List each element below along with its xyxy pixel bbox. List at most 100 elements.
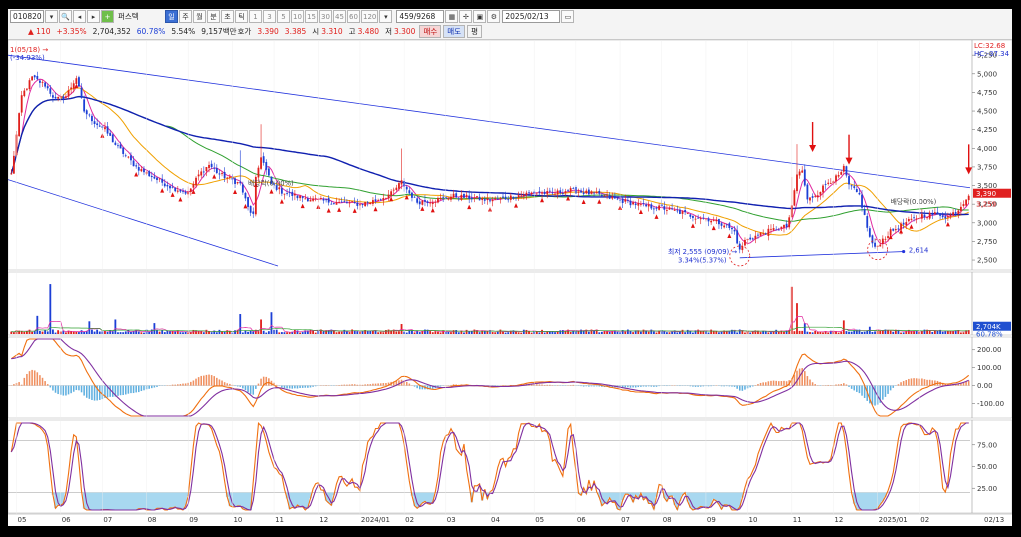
volume-bar [65,332,67,334]
macd-osc-bar [221,380,223,386]
stock-chart[interactable]: 5,2505,0004,7504,5004,2504,0003,7503,500… [8,40,1012,526]
candle-body [632,202,634,205]
candle-body [496,198,499,200]
candle-body [395,187,398,191]
macd-osc-bar [299,385,301,389]
period-tick-button[interactable]: 틱 [235,10,248,23]
macd-osc-bar [699,385,702,387]
volume-bar [517,332,520,334]
count-input[interactable]: 459/9268 [396,10,445,23]
macd-osc-bar [908,378,910,386]
candle-body [603,195,606,197]
candle-body [845,166,848,176]
stock-code-input[interactable]: 010820 [10,10,44,23]
macd-osc-bar [725,385,728,387]
candle-body [853,186,856,188]
candle-body [897,228,900,230]
candle-body [931,213,934,215]
interval-120-button[interactable]: 120 [361,10,379,23]
candle-body [788,217,791,228]
volume-bar [184,331,187,334]
interval-10-button[interactable]: 10 [291,10,304,23]
interval-dropdown-button[interactable]: ▾ [379,10,393,23]
date-input[interactable]: 2025/02/13 [502,10,561,23]
interval-5-button[interactable]: 5 [277,10,290,23]
next-arrow-icon[interactable]: ▸ [87,10,100,23]
macd-osc-bar [398,380,400,386]
period-month-button[interactable]: 월 [193,10,206,23]
chart-type-icon[interactable]: ▦ [445,10,459,23]
candle-body [296,195,299,199]
volume-bar [468,331,471,334]
candle-body [301,196,304,199]
macd-osc-bar [809,379,811,386]
candle-body [723,225,726,228]
turnover-value: 5.54% [171,27,196,36]
macd-osc-bar [218,379,221,386]
save-icon[interactable]: ▣ [473,10,487,23]
sell-button[interactable]: 매도 [443,25,466,38]
macd-tick-label: 100.00 [977,364,1002,372]
macd-osc-bar [689,385,692,387]
volume-bar [941,331,944,334]
interval-60-button[interactable]: 60 [347,10,360,23]
macd-osc-bar [928,379,931,386]
candle-body [41,81,44,83]
candle-body [221,173,223,175]
candle-body [858,192,861,195]
candle-body [18,113,21,137]
macd-osc-bar [408,383,411,386]
candle-body [374,199,377,202]
cursor-icon[interactable]: ✢ [459,10,473,23]
volume-bar [88,321,91,334]
volume-bar [36,315,39,334]
period-minute-button[interactable]: 분 [207,10,220,23]
gear-icon[interactable]: ⚙ [487,10,501,23]
candle-body [23,90,26,97]
daily-button[interactable]: 일 [165,10,178,23]
candle-body [366,202,369,203]
volume-bar [666,332,668,334]
candle-body [148,171,151,177]
volume-bar [93,331,96,334]
search-icon[interactable]: 🔍 [59,10,72,23]
volume-bar [803,323,806,334]
eval-button[interactable]: 평 [467,25,482,38]
candle-body [252,211,255,214]
candle-body [31,76,34,81]
x-tick-label: 10 [749,516,758,524]
volume-bar [814,331,817,334]
macd-osc-bar [275,384,278,386]
volume-bar [647,331,650,334]
macd-osc-bar [197,377,200,386]
candle-body [842,165,845,172]
macd-osc-bar [439,385,442,387]
volume-bar [470,331,473,334]
interval-45-button[interactable]: 45 [333,10,346,23]
candle-body [158,178,161,180]
interval-30-button[interactable]: 30 [319,10,332,23]
interval-1-button[interactable]: 1 [249,10,262,23]
candle-body [208,164,210,169]
candle-body [762,233,765,235]
candle-body [499,197,502,199]
period-second-button[interactable]: 초 [221,10,234,23]
macd-osc-bar [377,383,379,386]
candle-body [494,198,497,200]
code-dropdown-button[interactable]: ▾ [45,10,58,23]
candle-body [286,193,288,194]
candle-body [481,198,484,201]
buy-button[interactable]: 매수 [419,25,442,38]
prev-arrow-icon[interactable]: ◂ [73,10,86,23]
candle-body [70,87,73,90]
macd-osc-bar [257,383,260,386]
macd-osc-bar [31,369,33,386]
candle-body [866,216,869,228]
volume-bar [959,332,962,334]
favorite-icon[interactable]: + [101,10,114,23]
interval-3-button[interactable]: 3 [263,10,276,23]
calendar-icon[interactable]: ▭ [561,10,575,23]
interval-15-button[interactable]: 15 [305,10,318,23]
volume-bar [262,330,265,334]
period-week-button[interactable]: 주 [179,10,192,23]
